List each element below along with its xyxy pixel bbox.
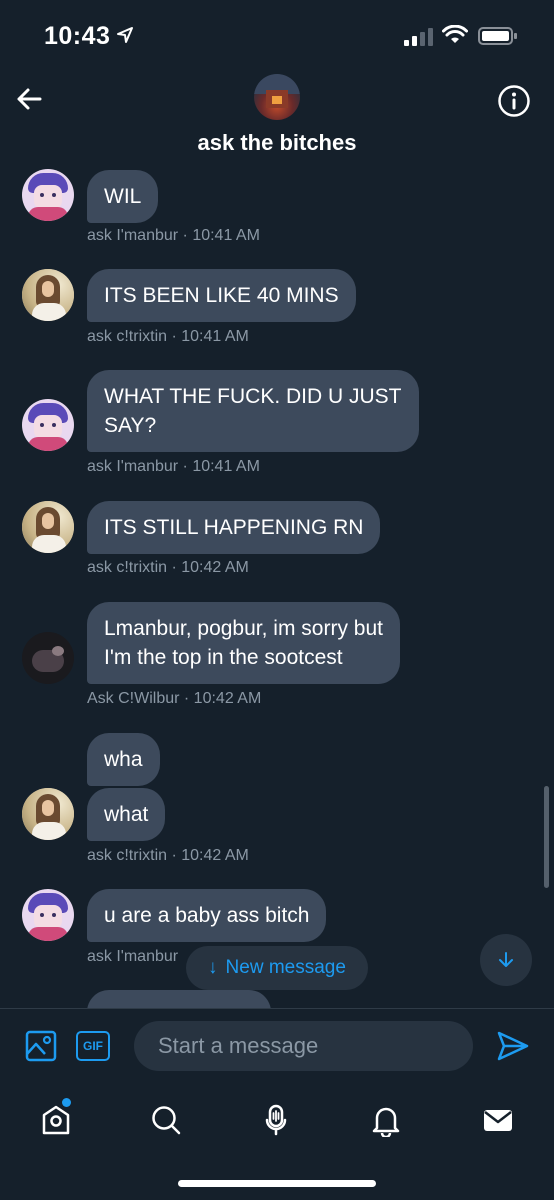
home-icon [42, 1105, 70, 1135]
tab-search[interactable] [146, 1100, 186, 1140]
message-line: Lmanbur, pogbur, im sorry but [104, 617, 383, 640]
message-bubble[interactable]: what [87, 788, 166, 841]
gif-button[interactable]: GIF [76, 1031, 110, 1061]
message-bubble[interactable]: Lmanbur, pogbur, im sorry but I'm the to… [87, 602, 400, 684]
avatar-ctrixtin[interactable] [22, 788, 74, 840]
message-meta: ask c!trixtin · 10:42 AM [87, 559, 249, 576]
message-meta: ask I'manbur [87, 948, 179, 965]
message-meta: ask c!trixtin · 10:41 AM [87, 328, 249, 345]
notifications-icon [372, 1107, 400, 1137]
message-bubble[interactable]: WIL [87, 170, 159, 223]
group-avatar[interactable] [254, 74, 300, 120]
new-message-button[interactable]: ↓ New message [186, 946, 368, 990]
message-meta: ask I'manbur · 10:41 AM [87, 227, 260, 244]
scrollbar[interactable] [544, 786, 549, 888]
battery-icon [478, 27, 517, 45]
home-indicator[interactable] [178, 1180, 376, 1187]
message-line: WHAT THE FUCK. DID U JUST [104, 385, 402, 408]
tab-messages[interactable] [478, 1100, 518, 1140]
message-meta: ask c!trixtin · 10:42 AM [87, 847, 249, 864]
avatar-cwilbur[interactable] [22, 632, 74, 684]
message-composer: GIF [0, 1008, 554, 1084]
tab-notifications[interactable] [366, 1100, 406, 1140]
tab-spaces[interactable] [256, 1100, 296, 1140]
avatar-imanbur[interactable] [22, 399, 74, 451]
cellular-signal-icon [404, 28, 433, 46]
send-icon[interactable] [496, 1029, 530, 1063]
avatar-imanbur[interactable] [22, 169, 74, 221]
message-bubble[interactable]: WHAT THE FUCK. DID U JUST SAY? [87, 370, 419, 452]
back-arrow-icon[interactable] [14, 84, 44, 114]
message-input[interactable] [134, 1021, 473, 1071]
messages-icon [484, 1110, 512, 1131]
conversation-header: ask the bitches [0, 70, 554, 162]
message-list[interactable]: WIL ask I'manbur · 10:41 AM ITS BEEN LIK… [0, 162, 554, 1008]
wifi-icon [442, 25, 468, 43]
location-arrow-icon [117, 27, 133, 43]
image-icon[interactable] [24, 1029, 58, 1063]
spaces-icon [265, 1104, 287, 1136]
tab-bar [0, 1084, 554, 1200]
message-bubble-partial[interactable] [87, 990, 271, 1008]
message-meta: Ask C!Wilbur · 10:42 AM [87, 690, 262, 707]
status-time: 10:43 [44, 22, 111, 50]
avatar-ctrixtin[interactable] [22, 269, 74, 321]
conversation-title[interactable]: ask the bitches [0, 130, 554, 156]
tab-home[interactable] [36, 1100, 76, 1140]
status-bar: 10:43 [0, 0, 554, 70]
message-bubble[interactable]: wha [87, 733, 160, 786]
arrow-down-icon [499, 952, 513, 967]
info-icon[interactable] [497, 84, 531, 118]
new-message-label: New message [225, 957, 346, 978]
avatar-ctrixtin[interactable] [22, 501, 74, 553]
message-bubble[interactable]: ITS BEEN LIKE 40 MINS [87, 269, 356, 322]
message-line: I'm the top in the sootcest [104, 646, 343, 669]
message-meta: ask I'manbur · 10:41 AM [87, 458, 260, 475]
message-bubble[interactable]: u are a baby ass bitch [87, 889, 327, 942]
scroll-to-bottom-button[interactable] [480, 934, 532, 986]
message-line: SAY? [104, 414, 157, 437]
search-icon [152, 1106, 181, 1135]
message-bubble[interactable]: ITS STILL HAPPENING RN [87, 501, 381, 554]
avatar-imanbur[interactable] [22, 889, 74, 941]
notification-dot [62, 1098, 71, 1107]
arrow-down-icon: ↓ [208, 957, 218, 978]
